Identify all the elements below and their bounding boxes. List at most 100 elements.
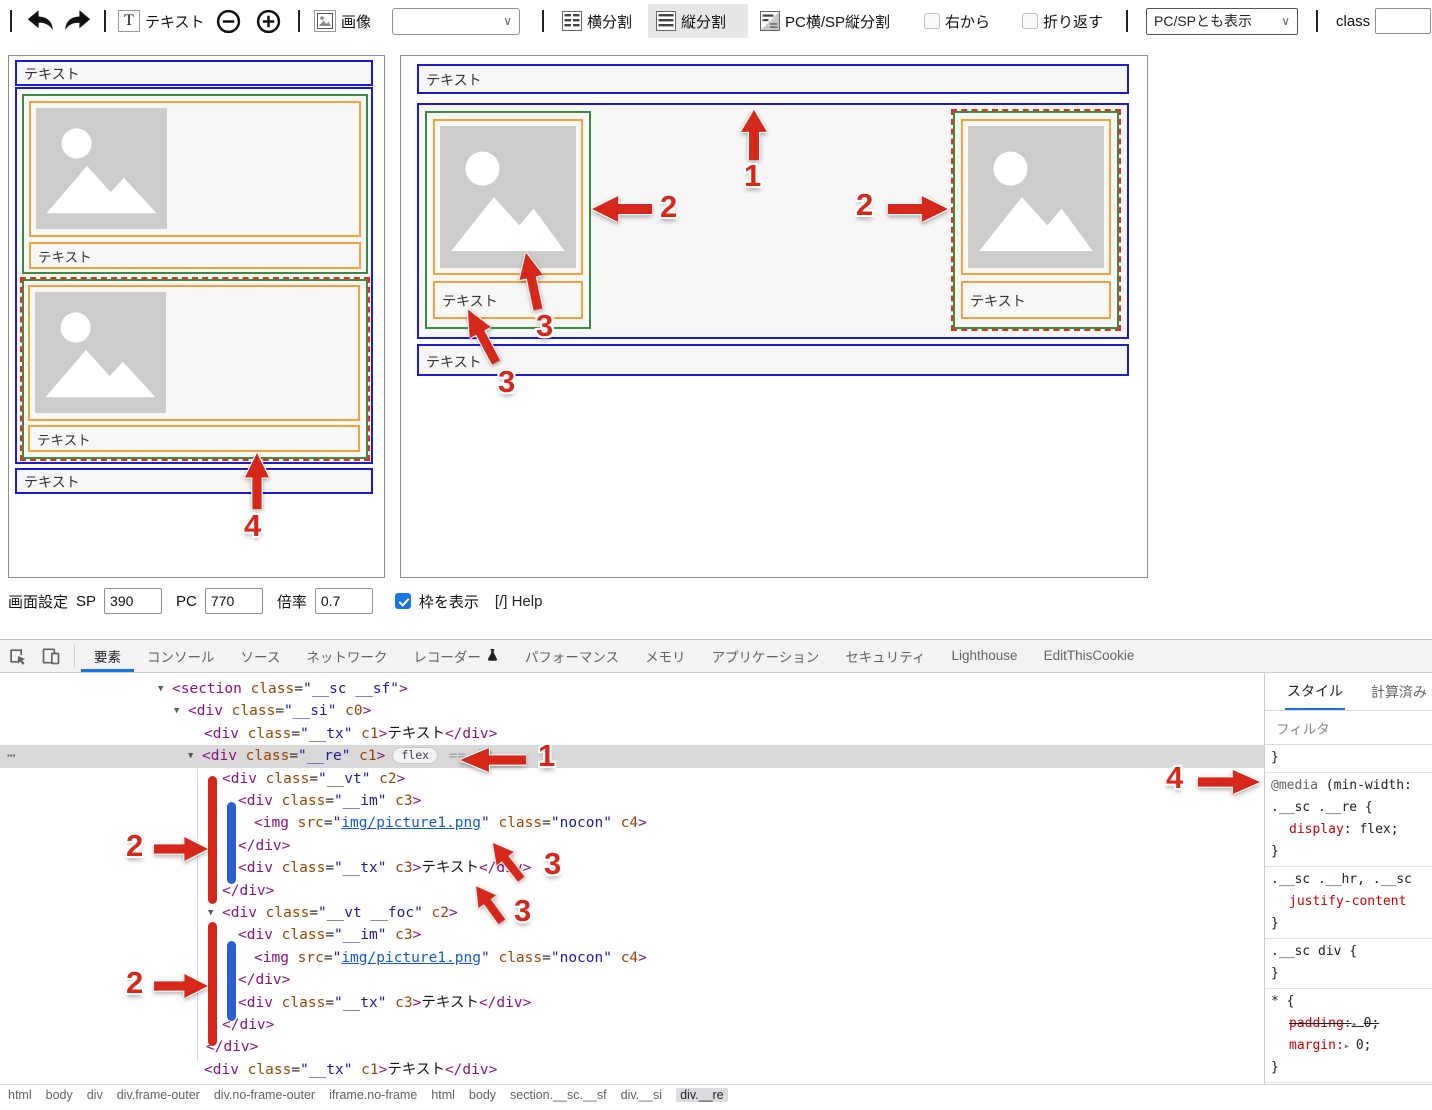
pc-text-block-bottom[interactable]: テキスト <box>417 344 1129 376</box>
device-toolbar-icon[interactable] <box>34 642 68 670</box>
show-frame-checkbox[interactable] <box>394 593 411 609</box>
sp-card-1-image-block[interactable] <box>29 101 361 237</box>
styles-filter-input[interactable]: フィルタ <box>1265 711 1432 745</box>
tree-row[interactable]: <div class="__im" c3> <box>0 790 1264 812</box>
devtools-tab[interactable]: レコーダー <box>400 639 512 672</box>
split-pcsp-icon <box>760 11 780 31</box>
breadcrumb-item[interactable]: iframe.no-frame <box>329 1088 417 1102</box>
zoom-in-button[interactable] <box>256 0 281 42</box>
breadcrumb-item[interactable]: div.frame-outer <box>117 1088 200 1102</box>
tree-row[interactable]: <div class="__tx" c1>テキスト</div> <box>0 723 1264 745</box>
expand-arrow-icon[interactable]: ▼ <box>188 745 193 767</box>
text-block-label: テキスト <box>24 66 80 82</box>
tree-row[interactable]: ▼ <div class="__vt __foc" c2> <box>0 902 1264 924</box>
devtools-tab[interactable]: ソース <box>228 639 294 672</box>
divider <box>542 10 544 32</box>
sp-row-container[interactable]: テキスト テキスト <box>15 87 373 464</box>
css-rule[interactable]: .__sc .__hr, .__sc justify-content} <box>1265 867 1432 939</box>
image-placeholder-icon <box>35 292 166 413</box>
image-placeholder-icon <box>440 126 576 268</box>
pc-width-input[interactable] <box>204 588 263 614</box>
tree-row[interactable]: <img src="img/picture1.png" class="nocon… <box>0 812 1264 834</box>
tree-row[interactable]: <img src="img/picture1.png" class="nocon… <box>0 947 1264 969</box>
tree-row[interactable]: </div> <box>0 1036 1264 1058</box>
tree-row[interactable]: ⋯▼<div class="__re" c1>flex == $0 <box>0 745 1264 768</box>
css-rule[interactable]: * {padding:▸ 0; margin:▸ 0;} <box>1265 989 1432 1083</box>
pc-card-2-text-block[interactable]: テキスト <box>961 281 1111 319</box>
breadcrumb-item[interactable]: html <box>8 1088 32 1102</box>
help-link[interactable]: [/] Help <box>495 593 543 610</box>
display-mode-select[interactable]: PC/SPとも表示 ∨ <box>1146 0 1298 42</box>
from-right-checkbox[interactable]: 右から <box>924 0 990 42</box>
image-tool-button[interactable]: 画像 <box>314 0 371 42</box>
pc-card-2-image-block[interactable] <box>961 119 1111 275</box>
tree-row[interactable]: </div> <box>0 1014 1264 1036</box>
class-input[interactable] <box>1375 8 1432 34</box>
sp-text-block-bottom[interactable]: テキスト <box>15 468 373 494</box>
pc-card-1-image-block[interactable] <box>433 119 583 275</box>
sp-card-1-text-block[interactable]: テキスト <box>29 242 361 269</box>
tree-row[interactable]: <div class="__vt" c2> <box>0 768 1264 790</box>
tree-row[interactable]: </div> <box>0 880 1264 902</box>
css-rule[interactable]: .__sc div {} <box>1265 939 1432 989</box>
breadcrumb-item[interactable]: div.no-frame-outer <box>214 1088 315 1102</box>
pc-card-2-focused[interactable]: テキスト <box>951 109 1121 331</box>
sp-text-block-top[interactable]: テキスト <box>15 60 373 86</box>
devtools-tab[interactable]: パフォーマンス <box>512 639 632 672</box>
devtools-tab[interactable]: ネットワーク <box>293 639 400 672</box>
scale-input[interactable] <box>314 588 373 614</box>
sp-width-input[interactable] <box>104 588 163 614</box>
breadcrumb-item[interactable]: html <box>431 1088 455 1102</box>
expand-arrow-icon[interactable]: ▼ <box>174 700 179 722</box>
devtools-tab[interactable]: セキュリティ <box>832 639 938 672</box>
split-pcsp-button[interactable]: PC横/SP縦分割 <box>760 0 890 42</box>
devtools-tab[interactable]: アプリケーション <box>699 639 833 672</box>
tree-row[interactable]: ▼ <section class="__sc __sf"> <box>0 678 1264 700</box>
breadcrumb-item[interactable]: section.__sc.__sf <box>510 1088 607 1102</box>
tab-styles[interactable]: スタイル <box>1285 673 1345 710</box>
text-tool-button[interactable]: T テキスト <box>118 0 205 42</box>
css-rule[interactable]: *, :after, :beforebackground-repe <box>1265 1083 1432 1084</box>
pc-card-1[interactable]: テキスト <box>425 111 591 329</box>
tab-computed[interactable]: 計算済み <box>1371 682 1427 702</box>
breadcrumb-item[interactable]: div.__re <box>676 1088 728 1102</box>
devtools-tab[interactable]: コンソール <box>134 639 228 672</box>
breadcrumb-item[interactable]: body <box>469 1088 496 1102</box>
tree-row[interactable]: <div class="__tx" c1>テキスト</div> <box>0 1059 1264 1081</box>
inspect-element-icon[interactable] <box>0 642 34 670</box>
sp-card-2-image-block[interactable] <box>28 285 360 421</box>
sp-card-1[interactable]: テキスト <box>22 94 368 274</box>
zoom-out-button[interactable] <box>216 0 241 42</box>
pc-text-block-top[interactable]: テキスト <box>417 64 1129 94</box>
pc-card-1-text-block[interactable]: テキスト <box>433 281 583 319</box>
row-options-icon[interactable]: ⋯ <box>7 745 16 767</box>
image-select[interactable]: ∨ <box>392 0 520 42</box>
annotation-label-1: 1 <box>538 738 556 773</box>
annotation-label-3: 3 <box>536 308 554 343</box>
expand-arrow-icon[interactable]: ▼ <box>158 678 163 700</box>
redo-icon[interactable] <box>62 0 92 42</box>
tree-row[interactable]: ▼ <div class="__si" c0> <box>0 700 1264 722</box>
pc-preview-panel[interactable]: テキスト テキスト テキスト テキスト <box>400 55 1148 578</box>
sp-card-2-text-block[interactable]: テキスト <box>28 425 360 452</box>
split-vertical-button[interactable]: 縦分割 <box>656 0 726 42</box>
sp-preview-panel[interactable]: テキスト テキスト テキスト テキスト <box>8 55 385 578</box>
wrap-checkbox[interactable]: 折り返す <box>1022 0 1103 42</box>
annotation-label-4: 4 <box>1166 760 1184 795</box>
devtools-tab[interactable]: Lighthouse <box>939 639 1031 672</box>
devtools-tab[interactable]: EditThisCookie <box>1031 639 1148 672</box>
undo-icon[interactable] <box>26 0 56 42</box>
tree-row[interactable]: <div class="__im" c3> <box>0 924 1264 946</box>
breadcrumb-item[interactable]: div <box>87 1088 103 1102</box>
css-rule[interactable]: } <box>1265 745 1432 773</box>
devtools-tab[interactable]: メモリ <box>632 639 699 672</box>
split-horizontal-button[interactable]: 横分割 <box>562 0 632 42</box>
breadcrumb-item[interactable]: div.__si <box>621 1088 662 1102</box>
split-horizontal-icon <box>562 11 582 31</box>
class-field-group: class <box>1336 0 1432 42</box>
css-rule[interactable]: @media (min-width: .__sc .__re {display: … <box>1265 773 1432 867</box>
sp-card-2-focused[interactable]: テキスト <box>20 277 370 461</box>
devtools-tab[interactable]: 要素 <box>81 639 134 672</box>
breadcrumb-item[interactable]: body <box>46 1088 73 1102</box>
divider <box>1316 10 1318 32</box>
